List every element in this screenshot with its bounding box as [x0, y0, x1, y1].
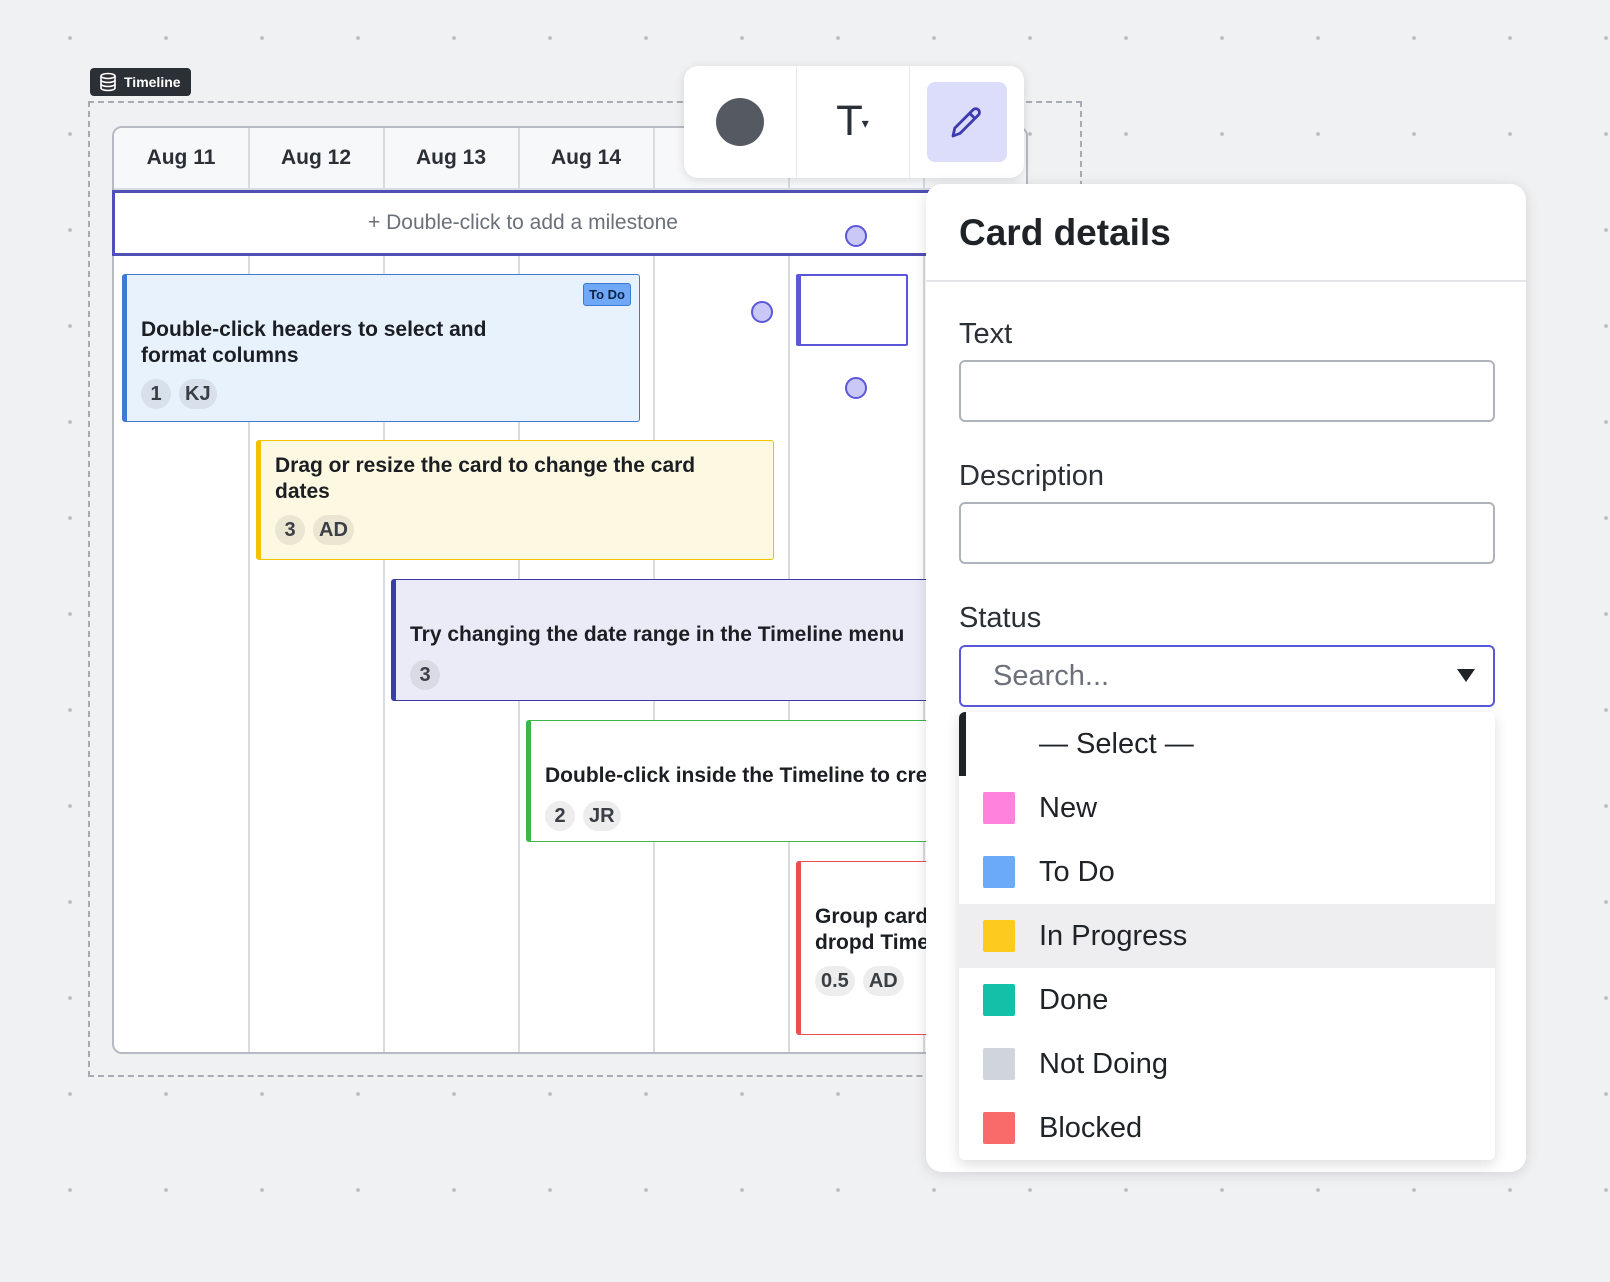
card-title: Drag or resize the card to change the ca…	[275, 454, 696, 503]
pencil-icon	[951, 107, 981, 138]
option-label: In Progress	[1039, 919, 1188, 952]
text-format-button[interactable]: T▾	[797, 66, 910, 178]
panel-divider	[926, 280, 1526, 282]
timeline-frame-tag[interactable]: Timeline	[90, 68, 191, 96]
timeline-card[interactable]: Group card pivot dropd Timeline me 0.5 A…	[796, 861, 937, 1035]
assignee-chip: AD	[862, 966, 904, 996]
status-option-done[interactable]: Done	[959, 968, 1495, 1032]
format-toolbar: T▾	[684, 66, 1024, 178]
timeline-card[interactable]: Double-click inside the Timeline to cre …	[526, 720, 937, 842]
fill-color-swatch-icon	[716, 98, 764, 146]
resize-handle[interactable]	[845, 377, 867, 399]
milestone-hint: + Double-click to add a milestone	[368, 211, 678, 234]
status-option-in-progress[interactable]: In Progress	[959, 904, 1495, 968]
edit-button-highlight	[926, 82, 1007, 162]
option-label: Not Doing	[1039, 1047, 1168, 1080]
text-field-label: Text	[959, 318, 1013, 350]
color-swatch-icon	[983, 1048, 1015, 1080]
resize-handle[interactable]	[845, 225, 867, 247]
status-field-label: Status	[959, 602, 1042, 634]
database-icon	[100, 72, 116, 92]
estimate-chip: 3	[410, 660, 440, 690]
card-title: Double-click inside the Timeline to cre	[545, 764, 928, 787]
column-header-aug-14[interactable]: Aug 14	[519, 128, 653, 188]
estimate-chip: 0.5	[815, 966, 855, 996]
column-header-aug-12[interactable]: Aug 12	[249, 128, 383, 188]
panel-title: Card details	[959, 212, 1171, 253]
status-option-select[interactable]: — Select —	[959, 712, 1495, 776]
text-field[interactable]	[959, 360, 1495, 422]
option-label: — Select —	[1039, 727, 1194, 760]
color-swatch-icon	[983, 984, 1015, 1016]
card-title: Double-click headers to select and forma…	[141, 318, 487, 367]
selected-card-outline[interactable]	[796, 274, 908, 346]
edit-button[interactable]	[910, 66, 1023, 178]
status-option-blocked[interactable]: Blocked	[959, 1096, 1495, 1160]
assignee-chip: KJ	[179, 379, 217, 409]
frame-tag-label: Timeline	[124, 74, 181, 90]
fill-color-button[interactable]	[684, 66, 797, 178]
chevron-down-icon[interactable]	[1457, 669, 1475, 682]
focus-indicator	[959, 712, 966, 776]
description-field[interactable]	[959, 502, 1495, 564]
color-swatch-icon	[983, 856, 1015, 888]
option-label: To Do	[1039, 855, 1115, 888]
status-dropdown-menu: — Select — New To Do In Progress Done No…	[959, 712, 1495, 1160]
column-header-aug-13[interactable]: Aug 13	[384, 128, 518, 188]
status-select[interactable]: Search...	[959, 645, 1495, 707]
status-search-placeholder: Search...	[993, 659, 1110, 692]
status-option-new[interactable]: New	[959, 776, 1495, 840]
status-badge: To Do	[583, 283, 631, 306]
text-format-icon: T▾	[837, 99, 869, 145]
estimate-chip: 1	[141, 379, 171, 409]
card-title: Try changing the date range in the Timel…	[410, 623, 905, 646]
assignee-chip: AD	[313, 515, 354, 545]
card-title: Group card pivot dropd Timeline me	[815, 905, 937, 954]
status-option-to-do[interactable]: To Do	[959, 840, 1495, 904]
option-label: New	[1039, 791, 1098, 824]
column-header-aug-11[interactable]: Aug 11	[114, 128, 248, 188]
color-swatch-icon	[983, 920, 1015, 952]
option-label: Done	[1039, 983, 1109, 1016]
color-swatch-icon	[983, 792, 1015, 824]
assignee-chip: JR	[583, 801, 621, 831]
color-swatch-icon	[983, 1112, 1015, 1144]
description-field-label: Description	[959, 460, 1105, 492]
option-label: Blocked	[1039, 1111, 1143, 1144]
timeline-card[interactable]: Drag or resize the card to change the ca…	[256, 440, 774, 560]
resize-handle[interactable]	[751, 301, 773, 323]
timeline-card[interactable]: Try changing the date range in the Timel…	[391, 579, 937, 701]
column-divider	[383, 128, 385, 1052]
status-option-not-doing[interactable]: Not Doing	[959, 1032, 1495, 1096]
estimate-chip: 2	[545, 801, 575, 831]
timeline-card[interactable]: To Do Double-click headers to select and…	[122, 274, 640, 422]
column-divider	[248, 128, 250, 1052]
milestone-row[interactable]: + Double-click to add a milestone	[112, 190, 934, 256]
estimate-chip: 3	[275, 515, 305, 545]
card-details-panel: Card details Text Description Status Sea…	[926, 184, 1526, 1172]
